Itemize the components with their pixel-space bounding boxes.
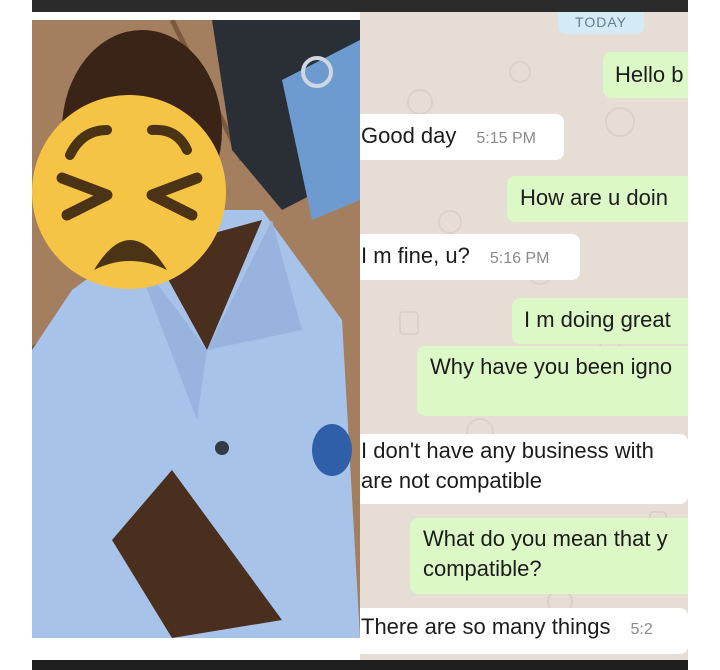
top-bar [32, 0, 688, 12]
chat-panel: TODAY Hello b Good day 5:15 PM How are u … [360, 12, 688, 670]
bottom-bar [32, 660, 688, 670]
message-incoming[interactable]: Good day 5:15 PM [360, 114, 564, 160]
message-outgoing[interactable]: What do you mean that y compatible? [410, 518, 688, 594]
message-text-line: What do you mean that y [423, 526, 668, 551]
date-chip: TODAY [558, 12, 644, 34]
message-incoming[interactable]: I m fine, u? 5:16 PM [360, 234, 580, 280]
message-time: 5:2 [630, 621, 653, 638]
message-incoming[interactable]: There are so many things 5:2 [360, 608, 688, 654]
message-text-line: I don't have any business with [361, 438, 654, 463]
message-text: Good day [361, 123, 457, 148]
message-time: 5:15 PM [476, 130, 536, 147]
message-outgoing[interactable]: I m doing great [512, 298, 688, 344]
message-time: 5:16 PM [489, 250, 550, 267]
message-outgoing[interactable]: Hello b [603, 52, 688, 98]
photo-image [32, 20, 360, 638]
message-text: Hello b [615, 62, 684, 87]
emoji-overlay [32, 95, 226, 289]
message-text-line: compatible? [423, 556, 542, 581]
message-text-line: are not compatible [361, 468, 542, 493]
message-text: Why have you been igno [430, 354, 673, 379]
message-text: I m fine, u? [361, 243, 470, 268]
message-text: How are u doin [520, 185, 668, 210]
message-incoming[interactable]: I don't have any business with are not c… [360, 434, 688, 504]
message-text: I m doing great [524, 307, 671, 332]
message-text: There are so many things [361, 614, 611, 639]
message-outgoing[interactable]: How are u doin [507, 176, 688, 222]
photo-panel [32, 20, 360, 638]
message-outgoing[interactable]: Why have you been igno [417, 346, 688, 416]
